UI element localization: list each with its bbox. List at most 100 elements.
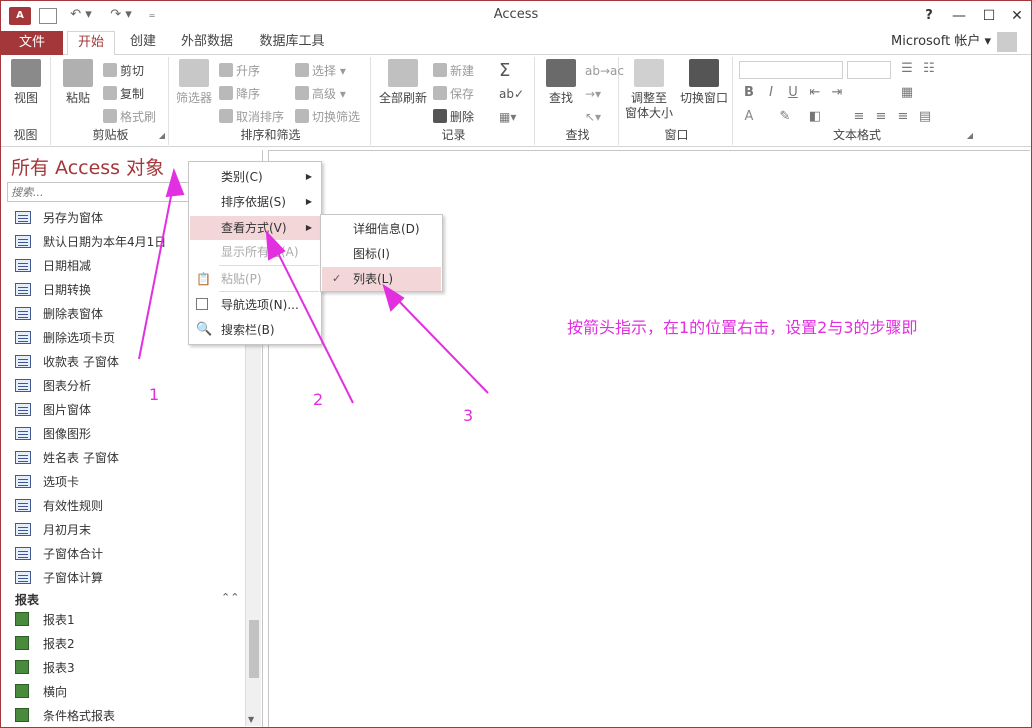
tab-home[interactable]: 开始 [67,31,115,56]
totals-icon[interactable]: Σ [499,61,510,81]
fit-form-button[interactable]: 调整至 窗体大小 [623,59,675,121]
nav-item-form[interactable]: 月初月末 [15,520,91,540]
scroll-thumb[interactable] [249,620,259,678]
nav-item-report[interactable]: 报表2 [15,634,75,654]
tab-database-tools[interactable]: 数据库工具 [251,31,333,55]
format-painter-button[interactable]: 格式刷 [103,107,156,127]
nav-pane-header[interactable]: 所有 Access 对象 [11,153,164,180]
outdent-icon[interactable]: ⇥ [829,85,845,100]
nav-item-form[interactable]: 选项卡 [15,472,79,492]
close-button[interactable]: ✕ [1003,5,1031,27]
view-button[interactable]: 视图 [5,59,47,106]
refresh-all-button[interactable]: 全部刷新 [377,59,429,106]
spelling-icon[interactable]: ab✓ [499,84,524,104]
menu-item-search-bar[interactable]: 🔍 搜索栏(B) [190,318,320,342]
sort-descending-button[interactable]: 降序 [219,84,260,104]
nav-section-reports[interactable]: 报表 [15,591,39,608]
menu-item-sort-by[interactable]: 排序依据(S) ▶ [190,190,320,214]
switch-windows-button[interactable]: 切换窗口 [677,59,731,106]
align-center-icon[interactable]: ≡ [873,109,889,124]
tab-file[interactable]: 文件 [1,31,63,55]
nav-item-form[interactable]: 子窗体计算 [15,568,103,588]
advanced-filter-button[interactable]: 高级 ▾ [295,84,346,104]
bullets-icon[interactable]: ☰ [899,61,915,76]
nav-item-report[interactable]: 报表1 [15,610,75,630]
menu-item-label: 搜索栏(B) [221,323,275,337]
toggle-filter-button[interactable]: 切换筛选 [295,107,360,127]
copy-button[interactable]: 复制 [103,84,144,104]
scroll-down-icon[interactable]: ▼ [248,715,254,724]
replace-icon[interactable]: ab→ac [585,61,624,81]
maximize-button[interactable]: ☐ [975,5,1003,27]
nav-item-form[interactable]: 另存为窗体 [15,208,103,228]
clipboard-launcher-icon[interactable]: ◢ [159,131,165,140]
nav-item-form[interactable]: 日期相减 [15,256,91,276]
nav-item-report[interactable]: 横向 [15,682,67,702]
font-color-button[interactable]: A [741,109,757,124]
remove-sort-button[interactable]: 取消排序 [219,107,284,127]
new-record-icon [433,63,447,77]
avatar[interactable] [997,31,1017,52]
numbering-icon[interactable]: ☷ [921,61,937,76]
minimize-button[interactable]: — [945,5,973,27]
selection-filter-button[interactable]: 选择 ▾ [295,61,346,81]
nav-item-form[interactable]: 子窗体合计 [15,544,103,564]
gridlines-icon[interactable]: ▦ [899,85,915,100]
font-size-select[interactable] [847,61,891,79]
alt-row-color-icon[interactable]: ▤ [917,109,933,124]
font-name-select[interactable] [739,61,843,79]
account-menu[interactable]: Microsoft 帐户 ▾ [891,31,1017,55]
nav-item-form[interactable]: 默认日期为本年4月1日 [15,232,166,252]
select-icon[interactable]: ↖▾ [585,107,601,127]
cut-button[interactable]: 剪切 [103,61,144,81]
menu-item-paste[interactable]: 📋 粘贴(P) [190,267,320,291]
nav-item-form[interactable]: 图片窗体 [15,400,91,420]
indent-icon[interactable]: ⇤ [807,85,823,100]
delete-record-button[interactable]: 删除 [433,107,474,127]
nav-item-form[interactable]: 日期转换 [15,280,91,300]
menu-item-view-by[interactable]: 查看方式(V) ▶ [190,216,320,240]
find-button[interactable]: 查找 [541,59,581,106]
menu-item-nav-options[interactable]: 导航选项(N)... [190,293,320,317]
submenu-item-icons[interactable]: 图标(I) [322,242,441,266]
align-right-icon[interactable]: ≡ [895,109,911,124]
nav-item-form[interactable]: 图像图形 [15,424,91,444]
nav-item-form[interactable]: 删除表窗体 [15,304,103,324]
filter-button[interactable]: 筛选器 [173,59,215,106]
help-icon[interactable]: ? [915,5,943,27]
nav-item-form[interactable]: 图表分析 [15,376,91,396]
nav-item-form[interactable]: 删除选项卡页 [15,328,115,348]
italic-button[interactable]: I [763,85,779,100]
context-menu: 类别(C) ▶ 排序依据(S) ▶ 查看方式(V) ▶ 显示所有组(A) 📋 粘贴(P)… [188,161,322,345]
tab-external-data[interactable]: 外部数据 [173,31,241,55]
nav-item-form[interactable]: 有效性规则 [15,496,103,516]
nav-item-label: 姓名表 子窗体 [43,451,119,465]
submenu-item-details[interactable]: 详细信息(D) [322,217,441,241]
tab-create[interactable]: 创建 [121,31,165,55]
save-record-icon [433,86,447,100]
menu-item-category[interactable]: 类别(C) ▶ [190,165,320,189]
more-records-icon[interactable]: ▦▾ [499,107,516,127]
form-icon [15,331,31,344]
underline-button[interactable]: U [785,85,801,100]
nav-item-form[interactable]: 姓名表 子窗体 [15,448,119,468]
fill-color-icon[interactable]: ◧ [807,109,823,124]
nav-item-form[interactable]: 收款表 子窗体 [15,352,119,372]
goto-icon[interactable]: →▾ [585,84,601,104]
form-icon [15,571,31,584]
sort-ascending-button[interactable]: 升序 [219,61,260,81]
text-format-launcher-icon[interactable]: ◢ [967,131,973,140]
view-icon [11,59,41,87]
new-record-button[interactable]: 新建 [433,61,474,81]
format-painter-label: 格式刷 [120,110,157,124]
paste-button[interactable]: 粘贴 [57,59,99,106]
collapse-section-icon[interactable]: ⌃⌃ [221,591,239,604]
highlight-icon[interactable]: ✎ [777,109,793,124]
submenu-item-list[interactable]: ✓ 列表(L) [322,267,441,291]
nav-item-report[interactable]: 报表3 [15,658,75,678]
bold-button[interactable]: B [741,85,757,100]
save-record-button[interactable]: 保存 [433,84,474,104]
menu-item-show-all-groups[interactable]: 显示所有组(A) [190,240,320,264]
align-left-icon[interactable]: ≡ [851,109,867,124]
nav-item-report[interactable]: 条件格式报表 [15,706,115,726]
